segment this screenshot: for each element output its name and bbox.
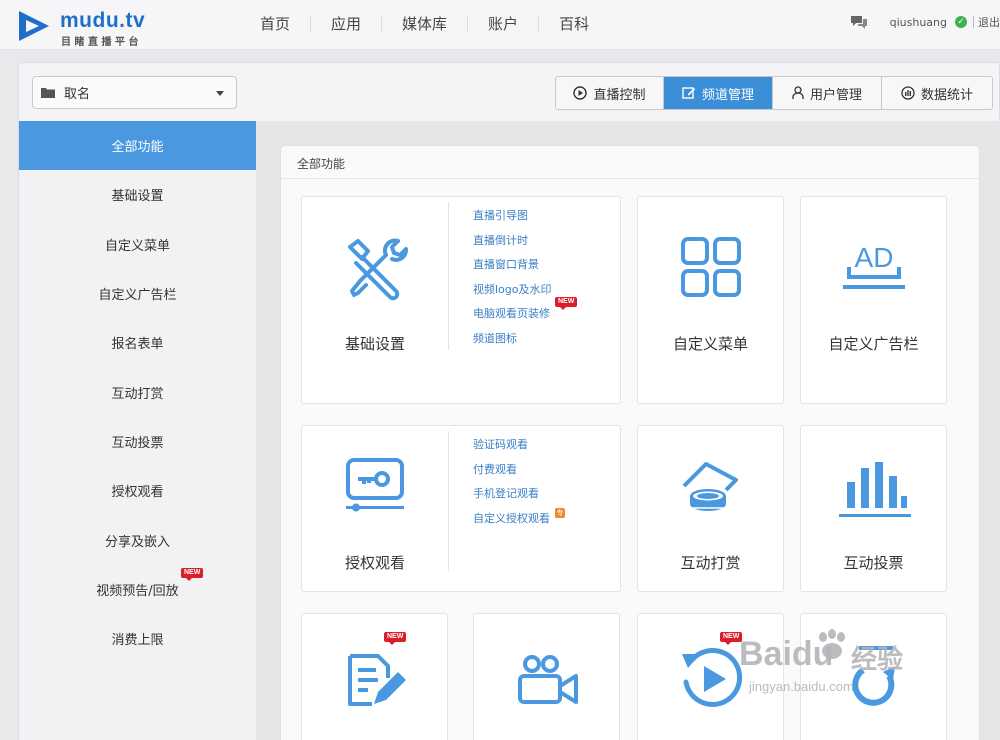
tab-live-control[interactable]: 直播控制 (556, 77, 664, 109)
sidebar-item-all-features[interactable]: 全部功能 (19, 121, 256, 171)
card-custom-menu-label: 自定义菜单 (672, 335, 748, 353)
card-signup-form[interactable]: NEW (301, 613, 448, 740)
baidu-watermark: Baidu 经验 jingyan.baidu.com (739, 629, 979, 713)
paw-icon (819, 629, 845, 659)
card-basic-settings[interactable]: 基础设置 直播引导图 直播倒计时 直播窗口背景 视频logo及水印 电脑观看页装… (301, 196, 621, 404)
pro-badge: 专 (555, 507, 565, 518)
sidebar-item-custom-menu[interactable]: 自定义菜单 (19, 220, 256, 269)
divider (448, 431, 449, 571)
user-area: qiushuang ✓ 退出 (850, 14, 1000, 30)
tools-icon (348, 238, 408, 301)
username[interactable]: qiushuang (890, 16, 947, 29)
card-basic-settings-label: 基础设置 (344, 335, 405, 353)
chat-icon[interactable] (850, 14, 868, 30)
nav-media-library[interactable]: 媒体库 (382, 15, 469, 33)
link-phone-registration-watch[interactable]: 手机登记观看 (473, 487, 550, 512)
new-badge: NEW (181, 567, 204, 581)
link-custom-authorization-label: 自定义授权观看 (473, 511, 550, 525)
replay-icon (682, 648, 743, 707)
link-live-window-background[interactable]: 直播窗口背景 (473, 258, 552, 283)
nav-apps[interactable]: 应用 (311, 15, 383, 33)
link-custom-authorization-watch[interactable]: 自定义授权观看 专 (473, 507, 565, 537)
link-paid-watch[interactable]: 付费观看 (473, 463, 550, 488)
bar-chart-icon (839, 462, 911, 517)
coins-icon (682, 462, 738, 511)
card-vote-label: 互动投票 (843, 554, 904, 572)
card-share-embed[interactable] (473, 613, 620, 740)
card-reward-label: 互动打赏 (680, 554, 741, 572)
link-pc-page-decoration[interactable]: 电脑观看页装修 NEW (473, 297, 578, 332)
tab-user-management-label: 用户管理 (809, 87, 862, 103)
logout-link[interactable]: 退出 (978, 14, 1000, 30)
sidebar: 全部功能 基础设置 自定义菜单 自定义广告栏 报名表单 互动打赏 互动投票 授权… (19, 121, 256, 740)
key-screen-icon (346, 458, 404, 512)
panel-tabs: 直播控制 频道管理 用户管理 数据统计 (555, 76, 993, 110)
tab-channel-management[interactable]: 频道管理 (664, 77, 773, 109)
sidebar-item-preview-replay[interactable]: 视频预告/回放 NEW (19, 565, 256, 614)
ad-icon: AD (843, 242, 905, 289)
logo-play-icon (19, 11, 49, 41)
nav-account[interactable]: 账户 (468, 15, 540, 33)
divider (973, 16, 974, 28)
watermark-cn: 经验 (851, 644, 904, 674)
form-edit-icon (348, 654, 406, 706)
card-vote[interactable]: 互动投票 (800, 425, 947, 592)
sidebar-item-signup-form[interactable]: 报名表单 (19, 318, 256, 367)
top-bar: mudu.tv 目睹直播平台 首页 应用 媒体库 账户 百科 qiushuang… (0, 0, 1000, 50)
chevron-down-icon (216, 91, 224, 96)
tab-statistics[interactable]: 数据统计 (882, 77, 992, 109)
link-video-logo-watermark[interactable]: 视频logo及水印 (473, 283, 552, 308)
brand-tagline: 目睹直播平台 (61, 37, 142, 48)
channel-panel: 取名 直播控制 频道管理 用户管理 数据统计 全部功能 基础设置 自定义菜单 自… (18, 62, 1000, 740)
card-custom-ad[interactable]: AD 自定义广告栏 (800, 196, 947, 404)
edit-icon (682, 87, 696, 99)
play-circle-icon (573, 86, 588, 100)
mudu-logo[interactable]: mudu.tv 目睹直播平台 (16, 8, 176, 48)
user-icon (792, 86, 804, 99)
channel-select[interactable]: 取名 (32, 76, 237, 109)
authorization-links: 验证码观看 付费观看 手机登记观看 自定义授权观看 专 (473, 438, 565, 537)
link-live-guide-image[interactable]: 直播引导图 (473, 209, 552, 234)
sidebar-item-custom-ad[interactable]: 自定义广告栏 (19, 269, 256, 318)
nav-home[interactable]: 首页 (240, 15, 312, 33)
link-pc-page-decoration-label: 电脑观看页装修 (473, 307, 550, 321)
tab-channel-management-label: 频道管理 (701, 87, 754, 103)
sidebar-item-label: 视频预告/回放 (96, 583, 179, 599)
tab-statistics-label: 数据统计 (920, 87, 973, 103)
watermark-url: jingyan.baidu.com (749, 679, 854, 694)
sidebar-item-vote[interactable]: 互动投票 (19, 417, 256, 466)
sidebar-item-spending-limit[interactable]: 消费上限 (19, 614, 256, 663)
channel-select-value: 取名 (64, 87, 91, 102)
chart-icon (901, 86, 915, 100)
folder-icon (41, 88, 55, 98)
basic-settings-links: 直播引导图 直播倒计时 直播窗口背景 视频logo及水印 电脑观看页装修 NEW… (473, 209, 578, 357)
tab-user-management[interactable]: 用户管理 (773, 77, 882, 109)
brand-name: mudu.tv (60, 9, 146, 32)
divider (448, 202, 449, 350)
card-custom-ad-label: 自定义广告栏 (828, 335, 919, 353)
sidebar-item-share-embed[interactable]: 分享及嵌入 (19, 515, 256, 564)
tab-live-control-label: 直播控制 (593, 87, 646, 103)
sidebar-item-authorization[interactable]: 授权观看 (19, 466, 256, 515)
card-authorization[interactable]: 授权观看 验证码观看 付费观看 手机登记观看 自定义授权观看 专 (301, 425, 621, 592)
link-live-countdown[interactable]: 直播倒计时 (473, 234, 552, 259)
new-badge: NEW (384, 632, 407, 645)
section-title: 全部功能 (281, 146, 979, 179)
svg-text:AD: AD (855, 242, 894, 273)
card-authorization-label: 授权观看 (344, 554, 405, 572)
sidebar-item-reward[interactable]: 互动打赏 (19, 367, 256, 416)
main-nav: 首页 应用 媒体库 账户 百科 (240, 0, 609, 48)
nav-wiki[interactable]: 百科 (539, 15, 609, 33)
card-reward[interactable]: 互动打赏 (637, 425, 784, 592)
content-area: 全部功能 基础设置 直播引导图 直播倒计时 直播窗口背景 视频logo及水印 电… (256, 121, 1000, 740)
video-camera-icon (518, 655, 578, 704)
sidebar-item-basic-settings[interactable]: 基础设置 (19, 170, 256, 219)
card-custom-menu[interactable]: 自定义菜单 (637, 196, 784, 404)
link-verification-code-watch[interactable]: 验证码观看 (473, 438, 550, 463)
link-channel-icon[interactable]: 频道图标 (473, 332, 552, 357)
grid-icon (681, 237, 741, 297)
new-badge: NEW (555, 297, 578, 311)
verified-icon: ✓ (955, 16, 967, 28)
